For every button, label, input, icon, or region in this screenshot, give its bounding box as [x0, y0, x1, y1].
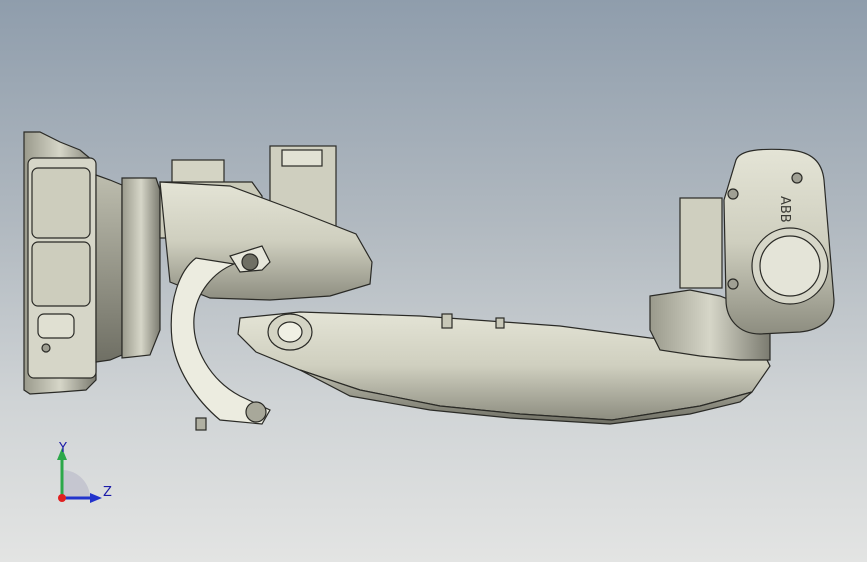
x-axis-dot: [58, 494, 66, 502]
abb-brand-label: ABB: [777, 196, 792, 223]
base-flange[interactable]: [23, 131, 123, 395]
cad-viewport[interactable]: ABB Y Z: [0, 0, 867, 562]
y-axis-label: Y: [59, 441, 67, 456]
wrist-housing[interactable]: ABB: [649, 148, 835, 361]
z-axis-label: Z: [103, 485, 112, 500]
robot-arm-model[interactable]: ABB: [0, 0, 867, 562]
